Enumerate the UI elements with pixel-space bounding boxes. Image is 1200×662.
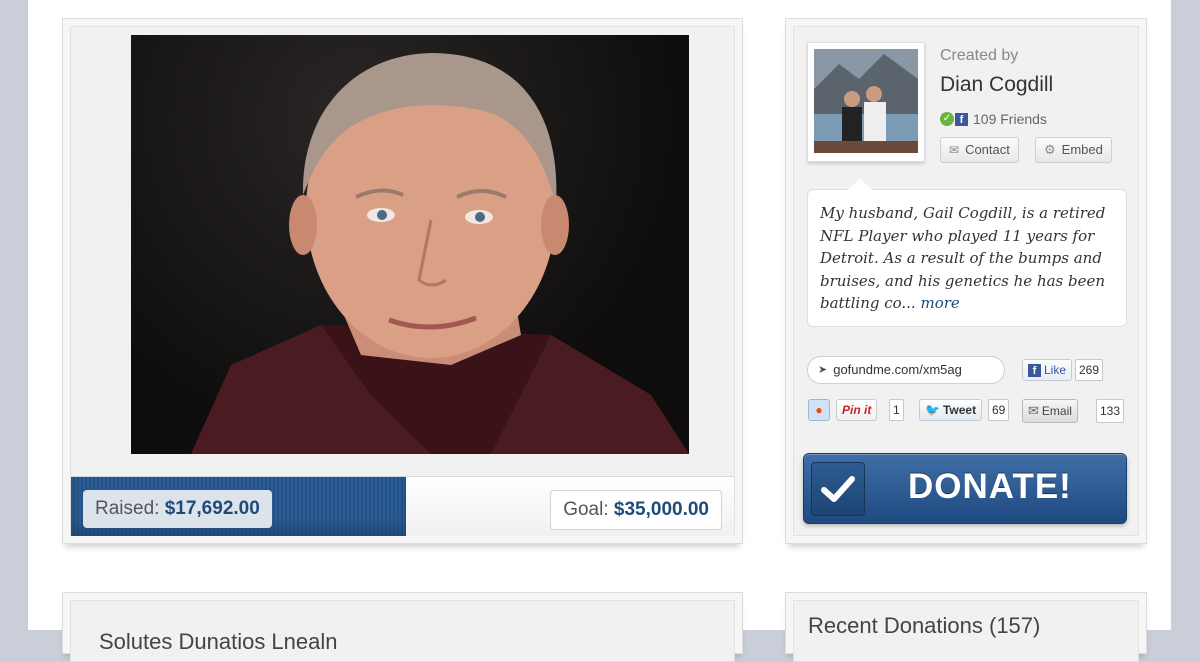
creator-inner: Created by Dian Cogdill ✓ f 109 Friends … xyxy=(793,26,1139,536)
friends-text: 109 Friends xyxy=(973,111,1047,127)
short-url-field[interactable]: ➤ gofundme.com/xm5ag xyxy=(807,356,1005,384)
summary-card: Solutes Dunatios Lnealn xyxy=(62,592,743,662)
goal-amount-badge: Goal: $35,000.00 xyxy=(550,490,722,530)
facebook-like-button[interactable]: f Like xyxy=(1022,359,1073,381)
friends-count: ✓ f 109 Friends xyxy=(940,111,1047,127)
pinterest-button[interactable]: Pin it xyxy=(836,399,878,421)
raised-value: $17,692.00 xyxy=(164,498,260,519)
campaign-media-inner: Raised: $17,692.00 Goal: $35,000.00 xyxy=(70,26,735,536)
funding-progress-bar: Raised: $17,692.00 Goal: $35,000.00 xyxy=(71,476,734,536)
donate-button[interactable]: DONATE! xyxy=(803,453,1127,524)
goal-label: Goal: xyxy=(563,499,609,520)
creator-name[interactable]: Dian Cogdill xyxy=(940,73,1053,97)
like-label: Like xyxy=(1044,363,1067,377)
recent-donations-card: Recent Donations (157) xyxy=(785,592,1147,662)
avatar[interactable] xyxy=(807,42,925,162)
raised-amount-badge: Raised: $17,692.00 xyxy=(83,490,272,528)
short-url-text: gofundme.com/xm5ag xyxy=(833,362,962,377)
like-count: 269 xyxy=(1075,359,1104,381)
embed-label: Embed xyxy=(1061,142,1103,157)
mail-icon: ✉ xyxy=(949,143,960,157)
portrait-illustration xyxy=(191,53,689,454)
raised-label: Raised: xyxy=(95,498,160,519)
creator-card: Created by Dian Cogdill ✓ f 109 Friends … xyxy=(785,18,1147,544)
recent-inner: Recent Donations (157) xyxy=(793,600,1139,662)
tweet-label: Tweet xyxy=(942,403,977,417)
facebook-icon: f xyxy=(955,112,968,126)
goal-value: $35,000.00 xyxy=(613,499,709,520)
email-label: Email xyxy=(1041,404,1072,418)
embed-button[interactable]: ⚙ Embed xyxy=(1035,137,1112,163)
recent-donations-title: Recent Donations (157) xyxy=(808,613,1041,638)
donate-label: DONATE! xyxy=(908,467,1072,506)
speech-tail xyxy=(848,178,872,190)
reddit-icon[interactable]: ● xyxy=(808,399,830,421)
facebook-icon: f xyxy=(1028,363,1041,377)
tweet-count: 69 xyxy=(988,399,1010,421)
check-icon xyxy=(811,462,865,516)
mail-icon: ✉ xyxy=(1028,403,1039,418)
pin-label: Pin it xyxy=(842,403,872,417)
pin-count: 1 xyxy=(889,399,904,421)
cursor-icon: ➤ xyxy=(818,364,828,376)
email-share-button[interactable]: ✉ Email xyxy=(1022,399,1078,423)
contact-label: Contact xyxy=(965,142,1010,157)
summary-title: Solutes Dunatios Lnealn xyxy=(99,629,338,654)
created-by-label: Created by xyxy=(940,47,1019,64)
story-text: My husband, Gail Cogdill, is a retired N… xyxy=(820,204,1106,312)
twitter-icon: 🐦 xyxy=(925,403,940,417)
campaign-media-card: Raised: $17,692.00 Goal: $35,000.00 xyxy=(62,18,743,544)
avatar-photo xyxy=(814,49,918,153)
campaign-photo[interactable] xyxy=(131,35,689,454)
gear-icon: ⚙ xyxy=(1044,142,1056,157)
summary-inner: Solutes Dunatios Lnealn xyxy=(70,600,735,662)
story-more-link[interactable]: more xyxy=(920,294,959,312)
tweet-button[interactable]: 🐦 Tweet xyxy=(919,399,983,421)
email-count: 133 xyxy=(1096,399,1125,423)
contact-button[interactable]: ✉ Contact xyxy=(940,137,1019,163)
story-excerpt: My husband, Gail Cogdill, is a retired N… xyxy=(807,178,1127,327)
check-icon: ✓ xyxy=(940,112,954,126)
